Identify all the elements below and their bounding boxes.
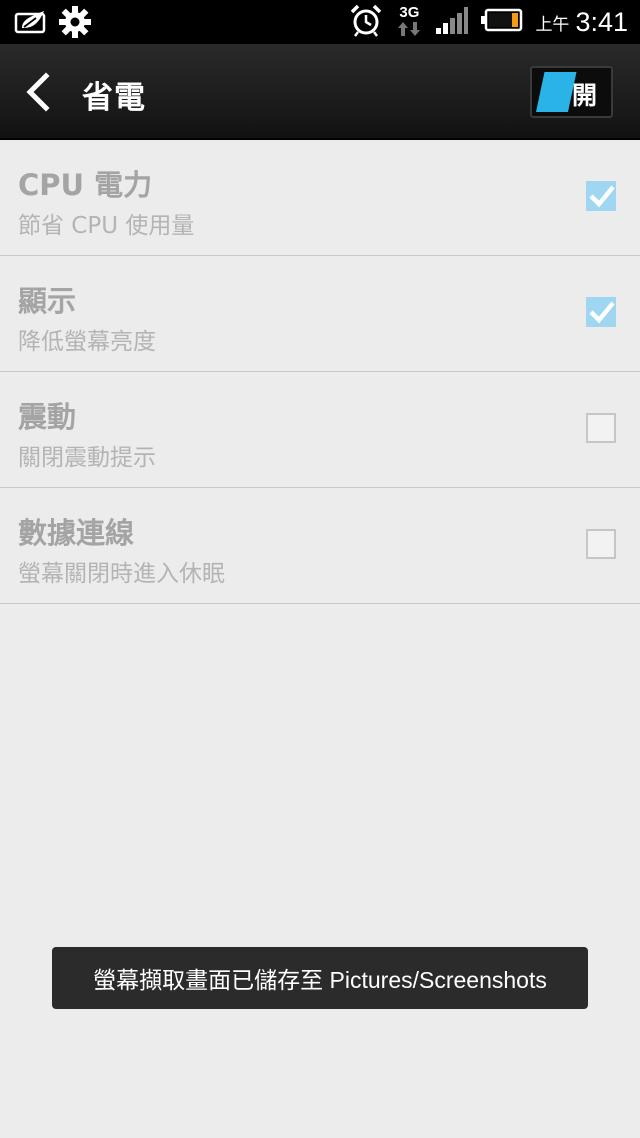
toast-message: 螢幕擷取畫面已儲存至 Pictures/Screenshots [93,967,547,993]
chevron-left-icon [26,72,50,112]
alarm-clock-icon [349,3,383,41]
battery-icon [481,8,523,36]
setting-row-vibration[interactable]: 震動 關閉震動提示 [0,372,640,488]
settings-list: CPU 電力 節省 CPU 使用量 顯示 降低螢幕亮度 震動 關閉震動提示 數據… [0,140,640,604]
data-arrows-icon: 3G [395,4,423,38]
page-title: 省電 [82,80,146,116]
power-saver-toggle[interactable]: 開 [530,66,613,118]
setting-subtitle: 螢幕關閉時進入休眠 [18,561,225,587]
setting-title: CPU 電力 [18,168,153,202]
setting-subtitle: 關閉震動提示 [18,445,156,471]
setting-row-data[interactable]: 數據連線 螢幕關閉時進入休眠 [0,488,640,604]
setting-title: 數據連線 [18,516,135,550]
checkbox-display[interactable] [586,297,616,327]
checkmark-icon [589,301,615,324]
action-bar: 省電 開 [0,44,640,140]
setting-title: 顯示 [18,284,77,318]
toggle-label: 開 [572,81,598,110]
checkmark-icon [589,185,615,208]
setting-subtitle: 降低螢幕亮度 [18,329,156,355]
gear-icon [58,5,92,43]
setting-subtitle: 節省 CPU 使用量 [18,213,195,239]
toast-notification: 螢幕擷取畫面已儲存至 Pictures/Screenshots [52,947,588,1009]
toggle-knob [536,72,577,112]
back-button[interactable] [18,72,58,112]
ampm-label: 上午 [535,14,570,35]
checkbox-vibration[interactable] [586,413,616,443]
setting-row-cpu[interactable]: CPU 電力 節省 CPU 使用量 [0,140,640,256]
checkbox-data[interactable] [586,529,616,559]
setting-title: 震動 [18,400,77,434]
clock-time: 3:41 [575,6,628,37]
setting-row-display[interactable]: 顯示 降低螢幕亮度 [0,256,640,372]
leaf-battery-saver-icon [14,7,48,41]
network-type-label: 3G [399,4,420,21]
signal-bars-icon [435,5,469,39]
status-bar: 3G 上午 3:41 [0,0,640,44]
checkbox-cpu[interactable] [586,181,616,211]
